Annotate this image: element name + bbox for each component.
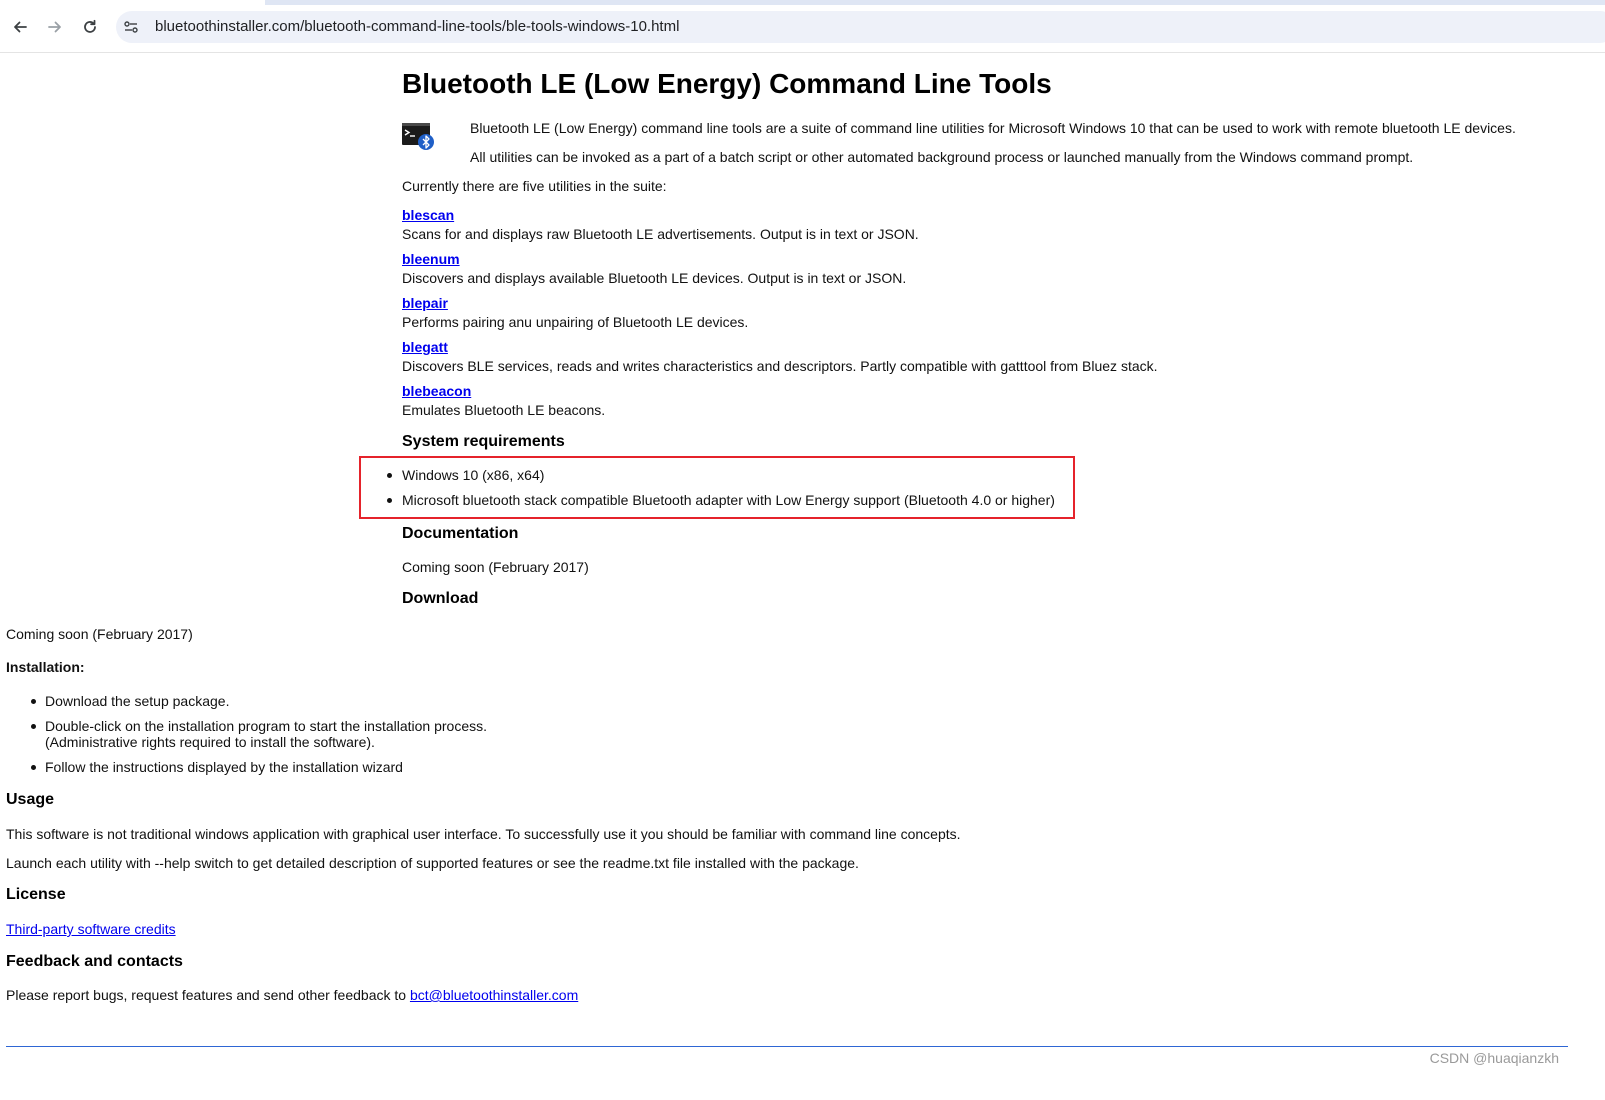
tool-desc: Discovers BLE services, reads and writes… — [402, 358, 1158, 374]
bullet-icon — [387, 473, 392, 478]
install-step-note: (Administrative rights required to insta… — [45, 734, 375, 750]
feedback-text: Please report bugs, request features and… — [6, 987, 407, 1003]
third-party-credits-link[interactable]: Third-party software credits — [6, 921, 176, 937]
tool-desc: Scans for and displays raw Bluetooth LE … — [402, 226, 919, 242]
tab-strip — [0, 0, 1605, 5]
tool-link-bleenum[interactable]: bleenum — [402, 251, 460, 267]
bullet-icon — [31, 765, 36, 770]
tool-desc: Discovers and displays available Bluetoo… — [402, 270, 907, 286]
forward-arrow-icon[interactable] — [44, 16, 66, 38]
system-requirements-heading: System requirements — [402, 433, 565, 450]
feedback-heading: Feedback and contacts — [6, 953, 183, 970]
feedback-line: Please report bugs, request features and… — [6, 987, 578, 1003]
usage-heading: Usage — [6, 791, 55, 808]
usage-paragraph-1: This software is not traditional windows… — [6, 826, 961, 842]
intro-paragraph-2: All utilities can be invoked as a part o… — [470, 149, 1414, 165]
install-step: Download the setup package. — [45, 693, 230, 709]
bullet-icon — [31, 699, 36, 704]
intro-paragraph-1: Bluetooth LE (Low Energy) command line t… — [470, 120, 1516, 136]
browser-toolbar: bluetoothinstaller.com/bluetooth-command… — [0, 0, 1605, 53]
reload-icon[interactable] — [79, 16, 101, 38]
tool-desc: Performs pairing anu unpairing of Blueto… — [402, 314, 749, 330]
install-step: Follow the instructions displayed by the… — [45, 759, 403, 775]
tool-link-blebeacon[interactable]: blebeacon — [402, 383, 471, 399]
site-info-icon[interactable] — [121, 18, 141, 36]
install-step: Double-click on the installation program… — [45, 718, 487, 734]
footer-divider — [6, 1046, 1568, 1047]
bluetooth-terminal-icon — [402, 122, 435, 152]
tool-desc: Emulates Bluetooth LE beacons. — [402, 402, 606, 418]
sysreq-item: Windows 10 (x86, x64) — [402, 467, 545, 483]
installation-heading: Installation: — [6, 659, 85, 675]
tool-link-blepair[interactable]: blepair — [402, 295, 448, 311]
suite-intro: Currently there are five utilities in th… — [402, 178, 667, 194]
download-text: Coming soon (February 2017) — [6, 626, 193, 642]
tool-link-blescan[interactable]: blescan — [402, 207, 454, 223]
usage-paragraph-2: Launch each utility with --help switch t… — [6, 855, 859, 871]
documentation-text: Coming soon (February 2017) — [402, 559, 589, 575]
watermark: CSDN @huaqianzkh — [1429, 1050, 1559, 1066]
active-tab-edge[interactable] — [0, 0, 265, 5]
highlight-box — [359, 456, 1075, 519]
sysreq-item: Microsoft bluetooth stack compatible Blu… — [402, 492, 1055, 508]
download-heading: Download — [402, 590, 479, 607]
url-text[interactable]: bluetoothinstaller.com/bluetooth-command… — [155, 18, 679, 35]
tool-link-blegatt[interactable]: blegatt — [402, 339, 448, 355]
page-title: Bluetooth LE (Low Energy) Command Line T… — [402, 68, 1052, 99]
back-arrow-icon[interactable] — [9, 16, 31, 38]
bullet-icon — [387, 498, 392, 503]
license-heading: License — [6, 886, 66, 903]
documentation-heading: Documentation — [402, 525, 519, 542]
bullet-icon — [31, 724, 36, 729]
feedback-email-link[interactable]: bct@bluetoothinstaller.com — [410, 987, 578, 1003]
